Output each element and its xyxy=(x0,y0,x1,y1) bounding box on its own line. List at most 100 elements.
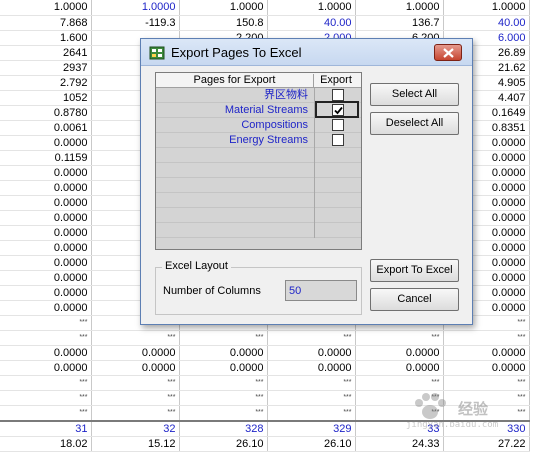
spreadsheet-cell[interactable]: 0.0000 xyxy=(0,270,92,286)
spreadsheet-cell[interactable]: 1.0000 xyxy=(443,0,530,16)
spreadsheet-cell[interactable]: *** xyxy=(443,375,530,391)
excel-layout-legend: Excel Layout xyxy=(162,260,231,272)
spreadsheet-cell[interactable]: 7.868 xyxy=(0,15,92,31)
spreadsheet-cell[interactable]: 0.0000 xyxy=(179,360,268,376)
spreadsheet-cell[interactable]: 0.0000 xyxy=(0,225,92,241)
spreadsheet-cell[interactable]: 0.0000 xyxy=(0,165,92,181)
spreadsheet-cell[interactable]: 0.0000 xyxy=(443,345,530,361)
number-of-columns-label: Number of Columns xyxy=(163,285,261,297)
close-button[interactable] xyxy=(434,44,462,61)
spreadsheet-cell[interactable]: 0.0000 xyxy=(91,360,180,376)
spreadsheet-cell[interactable]: 150.8 xyxy=(179,15,268,31)
spreadsheet-cell[interactable]: 2641 xyxy=(0,45,92,61)
spreadsheet-cell[interactable]: *** xyxy=(91,330,180,346)
dialog-titlebar[interactable]: Export Pages To Excel xyxy=(141,39,472,66)
empty-row xyxy=(156,178,361,193)
spreadsheet-cell[interactable]: 1.0000 xyxy=(91,0,180,16)
list-item: Material Streams xyxy=(156,101,361,118)
spreadsheet-cell[interactable]: 2.792 xyxy=(0,75,92,91)
page-name: Compositions xyxy=(241,119,308,131)
empty-row xyxy=(156,193,361,208)
spreadsheet-cell[interactable]: 0.0061 xyxy=(0,120,92,136)
spreadsheet-cell[interactable]: 0.0000 xyxy=(0,285,92,301)
export-checkbox[interactable] xyxy=(332,119,344,131)
list-item: Compositions xyxy=(156,118,361,133)
spreadsheet-cell[interactable]: 328 xyxy=(179,419,268,437)
spreadsheet-cell[interactable]: 0.0000 xyxy=(0,345,92,361)
close-icon xyxy=(443,48,454,58)
spreadsheet-cell[interactable]: 0.0000 xyxy=(355,345,444,361)
spreadsheet-cell[interactable]: *** xyxy=(0,330,92,346)
spreadsheet-cell[interactable]: 1.0000 xyxy=(0,0,92,16)
spreadsheet-cell[interactable]: 40.00 xyxy=(443,15,530,31)
spreadsheet-cell[interactable]: *** xyxy=(0,375,92,391)
spreadsheet-cell[interactable]: 0.0000 xyxy=(0,240,92,256)
spreadsheet-cell[interactable]: *** xyxy=(267,390,356,406)
spreadsheet-cell[interactable]: *** xyxy=(443,330,530,346)
export-column-header[interactable]: Export xyxy=(315,74,357,86)
spreadsheet-cell[interactable]: *** xyxy=(179,390,268,406)
spreadsheet-cell[interactable]: *** xyxy=(91,390,180,406)
spreadsheet-row: 0.0000 0.0000 0.0000 0.0000 0.0000 0.0000 xyxy=(0,360,530,376)
spreadsheet-cell[interactable]: 40.00 xyxy=(267,15,356,31)
spreadsheet-cell[interactable]: *** xyxy=(355,330,444,346)
spreadsheet-cell[interactable]: 15.12 xyxy=(91,436,180,452)
spreadsheet-cell[interactable]: 0.0000 xyxy=(0,135,92,151)
number-of-columns-input[interactable] xyxy=(285,280,357,301)
spreadsheet-cell[interactable]: 0.0000 xyxy=(91,345,180,361)
spreadsheet-cell[interactable]: 0.0000 xyxy=(443,360,530,376)
checkmark-icon xyxy=(334,106,343,115)
spreadsheet-cell[interactable]: *** xyxy=(355,375,444,391)
spreadsheet-cell[interactable]: *** xyxy=(267,405,356,421)
spreadsheet-cell[interactable]: 18.02 xyxy=(0,436,92,452)
export-checkbox[interactable] xyxy=(332,134,344,146)
spreadsheet-cell[interactable]: 0.0000 xyxy=(179,345,268,361)
spreadsheet-cell[interactable]: *** xyxy=(179,405,268,421)
spreadsheet-cell[interactable]: 1.600 xyxy=(0,30,92,46)
spreadsheet-cell[interactable]: 1.0000 xyxy=(267,0,356,16)
spreadsheet-cell[interactable]: 32 xyxy=(91,419,180,437)
spreadsheet-cell[interactable]: -119.3 xyxy=(91,15,180,31)
spreadsheet-cell[interactable]: 2937 xyxy=(0,60,92,76)
spreadsheet-cell[interactable]: 1.0000 xyxy=(179,0,268,16)
pages-for-export-header[interactable]: Pages for Export xyxy=(156,74,314,87)
export-to-excel-button[interactable]: Export To Excel xyxy=(370,259,459,282)
spreadsheet-cell[interactable]: *** xyxy=(0,315,92,331)
select-all-button[interactable]: Select All xyxy=(370,83,459,106)
cancel-button[interactable]: Cancel xyxy=(370,288,459,311)
spreadsheet-cell[interactable]: *** xyxy=(91,405,180,421)
spreadsheet-cell[interactable]: 0.0000 xyxy=(0,300,92,316)
export-checkbox[interactable] xyxy=(332,89,344,101)
spreadsheet-cell[interactable]: 0.0000 xyxy=(355,360,444,376)
spreadsheet-cell[interactable]: 0.8780 xyxy=(0,105,92,121)
spreadsheet-cell[interactable]: 31 xyxy=(0,419,92,437)
app-icon xyxy=(149,46,165,60)
spreadsheet-cell[interactable]: 0.0000 xyxy=(0,360,92,376)
spreadsheet-cell[interactable]: *** xyxy=(267,330,356,346)
spreadsheet-cell[interactable]: 0.0000 xyxy=(0,180,92,196)
spreadsheet-cell[interactable]: 0.1159 xyxy=(0,150,92,166)
spreadsheet-cell[interactable]: 0.0000 xyxy=(267,345,356,361)
spreadsheet-row: 7.868 -119.3 150.8 40.00 136.7 40.00 xyxy=(0,15,530,31)
spreadsheet-cell[interactable]: 136.7 xyxy=(355,15,444,31)
spreadsheet-cell[interactable]: 26.10 xyxy=(267,436,356,452)
spreadsheet-cell[interactable]: 0.0000 xyxy=(0,255,92,271)
spreadsheet-cell[interactable]: 27.22 xyxy=(443,436,530,452)
export-checkbox[interactable] xyxy=(332,104,344,116)
spreadsheet-cell[interactable]: *** xyxy=(0,405,92,421)
spreadsheet-cell[interactable]: *** xyxy=(0,390,92,406)
spreadsheet-cell[interactable]: 0.0000 xyxy=(267,360,356,376)
deselect-all-button[interactable]: Deselect All xyxy=(370,112,459,135)
spreadsheet-cell[interactable]: 1052 xyxy=(0,90,92,106)
spreadsheet-cell[interactable]: 24.33 xyxy=(355,436,444,452)
paw-logo-icon xyxy=(415,393,446,419)
spreadsheet-cell[interactable]: *** xyxy=(179,375,268,391)
spreadsheet-cell[interactable]: 329 xyxy=(267,419,356,437)
spreadsheet-cell[interactable]: *** xyxy=(179,330,268,346)
spreadsheet-cell[interactable]: *** xyxy=(267,375,356,391)
spreadsheet-cell[interactable]: 0.0000 xyxy=(0,195,92,211)
spreadsheet-cell[interactable]: *** xyxy=(91,375,180,391)
spreadsheet-cell[interactable]: 0.0000 xyxy=(0,210,92,226)
spreadsheet-cell[interactable]: 26.10 xyxy=(179,436,268,452)
spreadsheet-cell[interactable]: 1.0000 xyxy=(355,0,444,16)
